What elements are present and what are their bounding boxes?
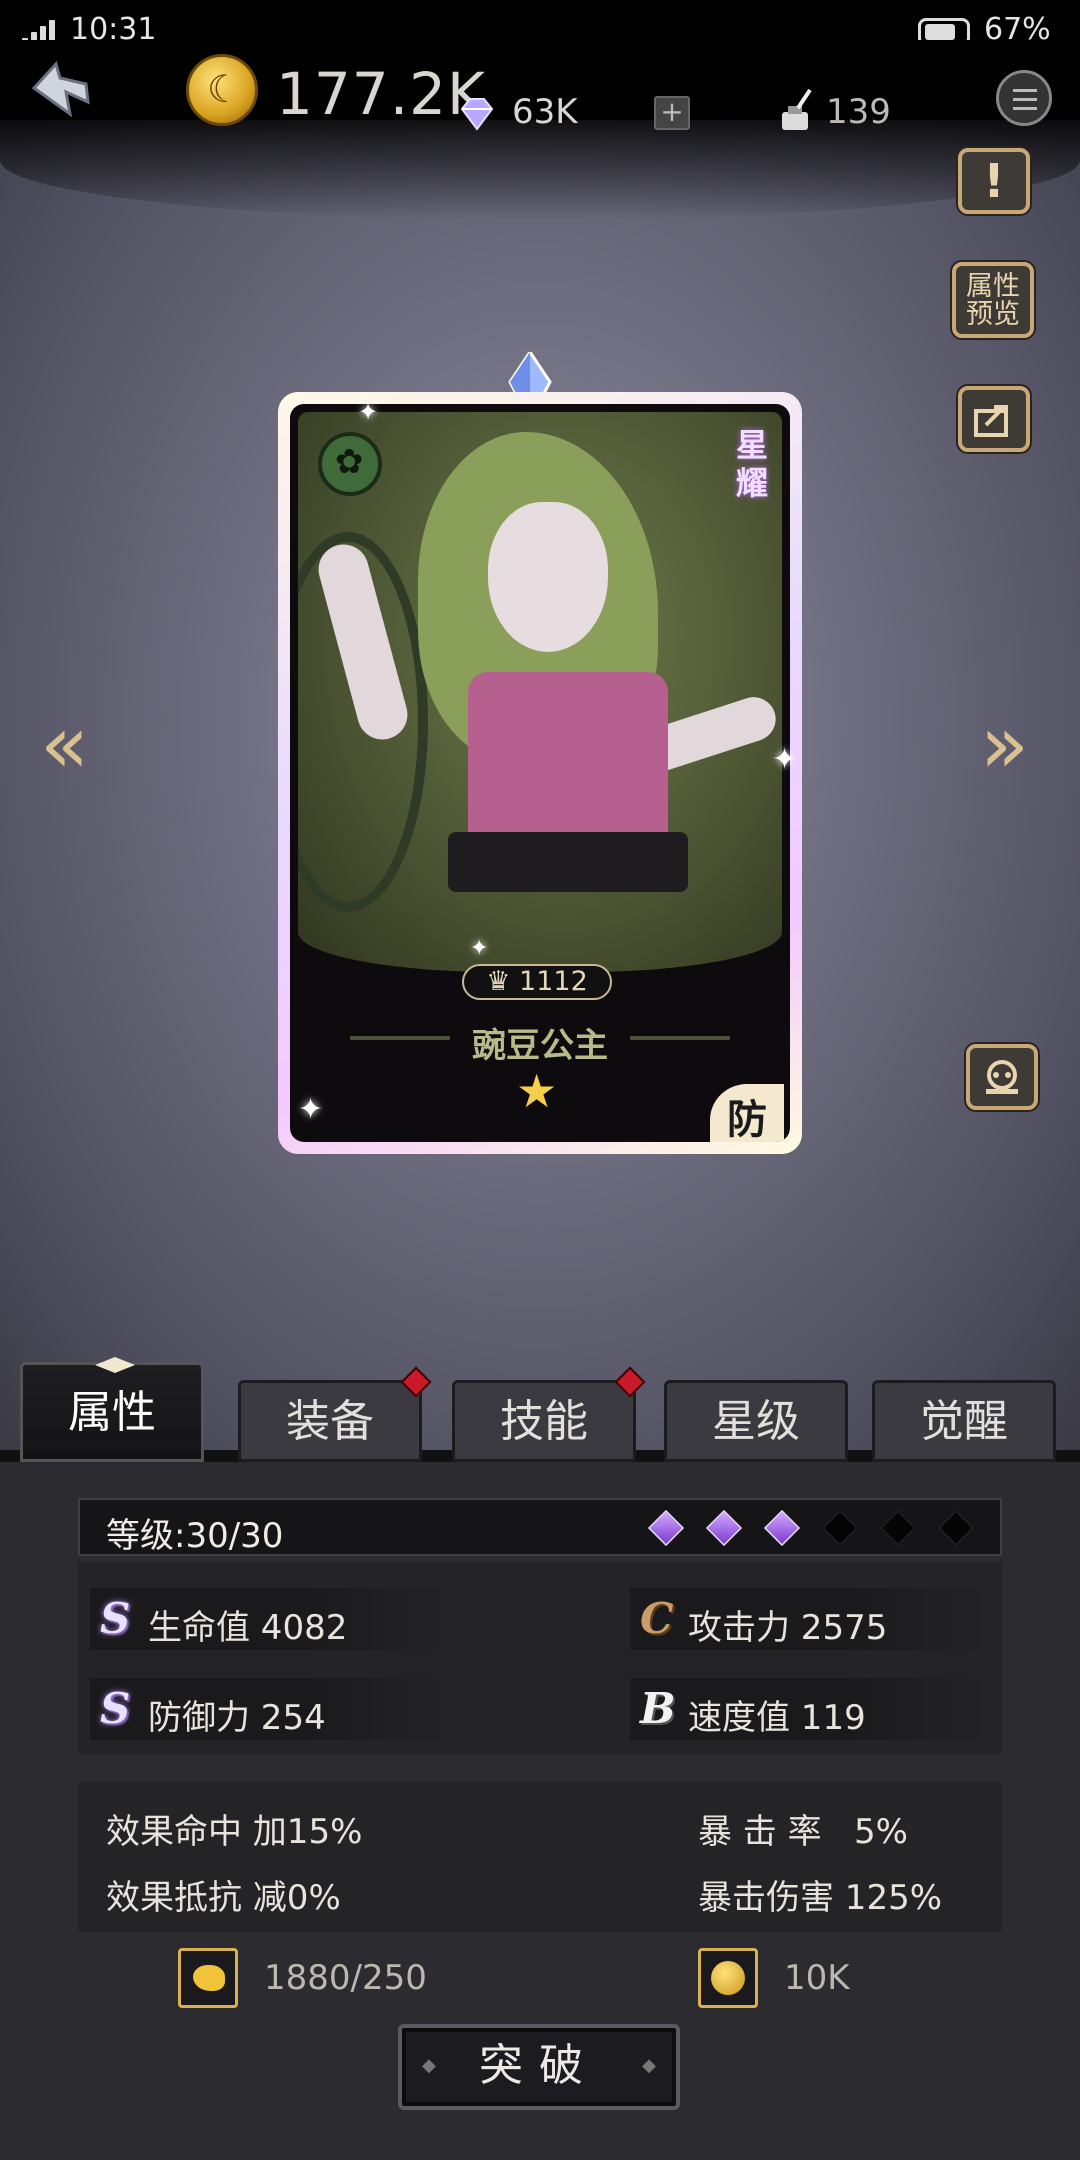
exclamation-icon: !: [983, 154, 1005, 208]
stat-effect-resist: 效果抵抗 减0%: [106, 1878, 341, 1918]
crown-icon: ♛: [486, 966, 511, 997]
grade-letter: S: [100, 1684, 131, 1733]
attributes-panel: 等级:30/30 S 生命值 4082 C 攻击力 2575 S 防御力 254…: [0, 1462, 1080, 2160]
hero-card-inner: 星耀 ♛ 1112 豌豆公主 ★ 防 ✦ ✦: [290, 404, 790, 1142]
level-gems: [647, 1509, 975, 1548]
active-tab-marker: [95, 1357, 135, 1373]
sub-stats: 效果命中 加15% 暴 击 率 5% 效果抵抗 减0% 暴击伤害 125%: [78, 1782, 1002, 1932]
level-text: 等级:30/30: [106, 1516, 284, 1556]
tab-label: 属性: [68, 1387, 156, 1438]
star-icon: ★: [516, 1064, 558, 1118]
share-icon: [974, 405, 1008, 437]
robot-icon: [986, 1060, 1018, 1094]
stat-label: 速度值 119: [688, 1698, 866, 1738]
next-hero-arrow-icon[interactable]: »: [980, 700, 1040, 790]
tab-equipment[interactable]: 装备: [238, 1366, 432, 1462]
material-cost-value: 1880/250: [264, 1958, 427, 1998]
stat-hp: S 生命值 4082: [90, 1588, 450, 1650]
empty-gem-icon: [937, 1509, 975, 1547]
ink-amount: 139: [826, 92, 891, 132]
sparkle-icon: ✦: [470, 936, 489, 961]
tab-label: 星级: [712, 1396, 800, 1447]
gem-amount: 63K: [512, 92, 578, 132]
tab-awaken[interactable]: 觉醒: [872, 1380, 1056, 1462]
previous-hero-arrow-icon[interactable]: «: [40, 700, 100, 790]
stat-attack: C 攻击力 2575: [630, 1588, 990, 1650]
material-egg-icon: [178, 1948, 238, 2008]
hero-power: ♛ 1112: [462, 964, 612, 1000]
sparkle-icon: ✦: [358, 398, 379, 426]
stat-effect-hit: 效果命中 加15%: [106, 1812, 363, 1852]
resource-bar: 177.2K 63K + 139: [0, 40, 1080, 132]
tab-skills[interactable]: 技能: [452, 1366, 646, 1462]
share-button[interactable]: [958, 386, 1030, 452]
auto-button[interactable]: [966, 1044, 1038, 1110]
hero-power-value: 1112: [519, 966, 588, 997]
purple-gem-icon: [705, 1509, 743, 1547]
stat-crit-rate: 暴 击 率 5%: [698, 1812, 908, 1852]
tab-attributes[interactable]: 属性: [20, 1357, 204, 1462]
star-rank-label: 星耀: [735, 426, 768, 502]
grade-letter: C: [640, 1594, 674, 1643]
diamond-icon: [460, 98, 494, 131]
add-gems-button[interactable]: +: [654, 96, 690, 130]
stat-defense: S 防御力 254: [90, 1678, 450, 1740]
hero-sash: [448, 832, 688, 892]
gold-coin-icon: [698, 1948, 758, 2008]
notice-button[interactable]: !: [958, 148, 1030, 214]
tab-bar: 属性 装备 技能 星级 觉醒: [0, 1350, 1080, 1462]
hero-portrait: 星耀: [298, 412, 782, 972]
red-dot-badge: [614, 1366, 646, 1398]
purple-gem-icon: [647, 1509, 685, 1547]
stat-label: 防御力 254: [148, 1698, 326, 1738]
empty-gem-icon: [821, 1509, 859, 1547]
sparkle-icon: ✦: [298, 1092, 324, 1127]
tab-label: 装备: [286, 1396, 374, 1447]
hero-face: [488, 502, 608, 652]
inkwell-icon: [782, 88, 812, 130]
hero-card[interactable]: 星耀 ♛ 1112 豌豆公主 ★ 防 ✦ ✦: [278, 392, 802, 1154]
tab-label: 觉醒: [920, 1396, 1008, 1447]
attribute-preview-button[interactable]: 属性 预览: [952, 262, 1034, 338]
faction-leaf-icon: [318, 432, 382, 496]
purple-gem-icon: [763, 1509, 801, 1547]
tab-stars[interactable]: 星级: [664, 1380, 848, 1462]
red-dot-badge: [400, 1366, 432, 1398]
gold-amount: 177.2K: [276, 60, 487, 128]
sparkle-icon: ✦: [772, 742, 798, 777]
level-bar: 等级:30/30: [78, 1498, 1002, 1556]
stat-label: 攻击力 2575: [688, 1608, 888, 1648]
tab-label: 技能: [500, 1396, 588, 1447]
empty-gem-icon: [879, 1509, 917, 1547]
attribute-preview-label: 属性 预览: [966, 271, 1020, 330]
role-badge: 防: [710, 1084, 784, 1142]
gold-cost-value: 10K: [784, 1958, 850, 1998]
hero-name: 豌豆公主: [472, 1026, 608, 1066]
grade-letter: B: [640, 1684, 676, 1733]
breakthrough-button[interactable]: 突破: [398, 2024, 680, 2110]
stat-label: 生命值 4082: [148, 1608, 348, 1648]
menu-button[interactable]: [996, 70, 1052, 126]
gold-coin-icon: [186, 54, 258, 126]
grade-letter: S: [100, 1594, 131, 1643]
back-arrow-icon[interactable]: [26, 58, 96, 122]
stat-speed: B 速度值 119: [630, 1678, 990, 1740]
stat-crit-damage: 暴击伤害 125%: [698, 1878, 943, 1918]
main-stats: S 生命值 4082 C 攻击力 2575 S 防御力 254 B 速度值 11…: [78, 1562, 1002, 1754]
